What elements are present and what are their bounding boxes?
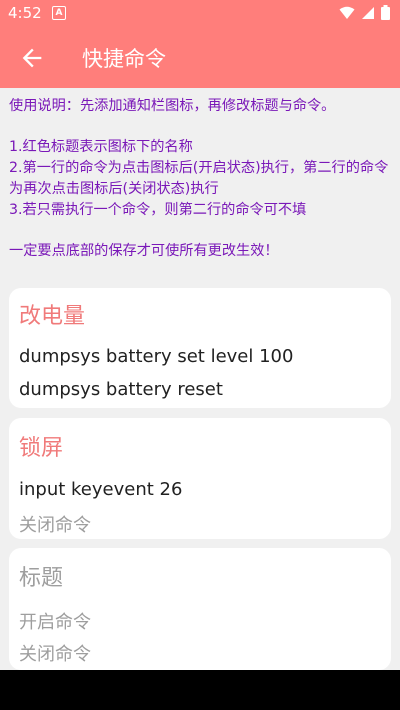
notification-a-icon: A [52,6,66,20]
status-bar: 4:52 A [0,0,400,26]
battery-icon [381,5,390,20]
card-title-input[interactable]: 标题 [19,560,63,592]
instruction-save-note: 一定要点底部的保存才可使所有更改生效！ [9,243,279,259]
on-command-input[interactable]: 开启命令 [19,608,91,634]
navigation-bar [0,670,400,710]
on-command-input[interactable]: dumpsys battery set level 100 [19,346,293,367]
command-card: 标题 开启命令 关闭命令 [9,548,391,670]
command-card: 改电量 dumpsys battery set level 100 dumpsy… [9,288,391,408]
instruction-rule-1: 1.红色标题表示图标下的名称 [9,139,193,155]
instruction-usage: 使用说明：先添加通知栏图标，再修改标题与命令。 [9,98,336,114]
instruction-rule-3: 3.若只需执行一个命令，则第二行的命令可不填 [9,202,307,218]
status-time: 4:52 [8,4,42,22]
instructions: 使用说明：先添加通知栏图标，再修改标题与命令。 1.红色标题表示图标下的名称 2… [9,96,393,262]
back-arrow-icon[interactable] [18,44,46,72]
card-title-input[interactable]: 锁屏 [19,430,63,462]
off-command-input[interactable]: 关闭命令 [19,511,91,537]
instruction-rule-2: 2.第一行的命令为点击图标后(开启状态)执行，第二行的命令为再次点击图标后(关闭… [9,160,389,197]
on-command-input[interactable]: input keyevent 26 [19,479,182,500]
off-command-input[interactable]: 关闭命令 [19,640,91,666]
command-card: 锁屏 input keyevent 26 关闭命令 [9,418,391,539]
page-title: 快捷命令 [82,47,166,71]
app-bar: 4:52 A 快捷命令 [0,0,400,88]
signal-icon [362,6,374,19]
status-icons [339,5,390,20]
card-title-input[interactable]: 改电量 [19,298,85,330]
off-command-input[interactable]: dumpsys battery reset [19,379,223,400]
wifi-icon [339,6,355,19]
